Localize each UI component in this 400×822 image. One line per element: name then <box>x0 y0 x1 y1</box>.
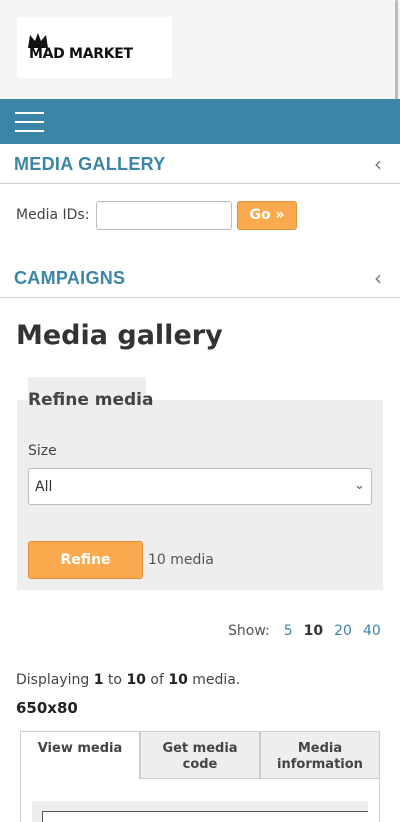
go-button[interactable]: Go » <box>237 201 297 230</box>
page-title: Media gallery <box>16 320 223 351</box>
hamburger-icon[interactable] <box>15 112 44 132</box>
section-media-gallery-title: MEDIA GALLERY <box>14 154 166 174</box>
refine-button[interactable]: Refine <box>28 541 143 579</box>
size-select-value: All <box>35 479 53 495</box>
page-size-option-40[interactable]: 40 <box>363 623 381 639</box>
size-label: Size <box>28 443 57 459</box>
scrollbar-thumb[interactable] <box>395 0 398 112</box>
show-label: Show: <box>228 623 270 639</box>
section-media-gallery[interactable]: MEDIA GALLERY ‹ <box>0 144 400 184</box>
tab-media-information[interactable]: Media information <box>260 731 380 779</box>
media-tabs: View media Get media code Media informat… <box>20 731 380 779</box>
media-preview <box>42 811 368 822</box>
section-campaigns-title: CAMPAIGNS <box>14 268 126 288</box>
media-ids-input[interactable] <box>96 201 232 230</box>
displaying-summary: Displaying 1 to 10 of 10 media. <box>16 672 241 688</box>
top-navbar <box>0 99 400 144</box>
page-size-option-20[interactable]: 20 <box>334 623 352 639</box>
logo-mark: MAD MARKET <box>28 33 133 61</box>
logo[interactable]: MAD MARKET <box>17 17 172 78</box>
tab-get-media-code[interactable]: Get media code <box>140 731 260 779</box>
size-select[interactable]: All ⌄ <box>28 468 372 505</box>
chevron-left-icon: ‹ <box>374 152 382 176</box>
page-size-option-5[interactable]: 5 <box>284 623 293 639</box>
tab-view-media[interactable]: View media <box>20 731 140 779</box>
media-count: 10 media <box>148 552 214 568</box>
chevron-left-icon: ‹ <box>374 266 382 290</box>
page-size-selector: Show: 5 10 20 40 <box>228 623 392 639</box>
chevron-down-icon: ⌄ <box>354 478 365 493</box>
refine-title: Refine media <box>28 390 154 410</box>
crown-icon <box>28 33 48 48</box>
section-campaigns[interactable]: CAMPAIGNS ‹ <box>0 258 400 298</box>
media-size-heading: 650x80 <box>16 699 78 717</box>
page-size-option-10: 10 <box>303 623 324 639</box>
media-ids-label: Media IDs: <box>16 207 90 223</box>
